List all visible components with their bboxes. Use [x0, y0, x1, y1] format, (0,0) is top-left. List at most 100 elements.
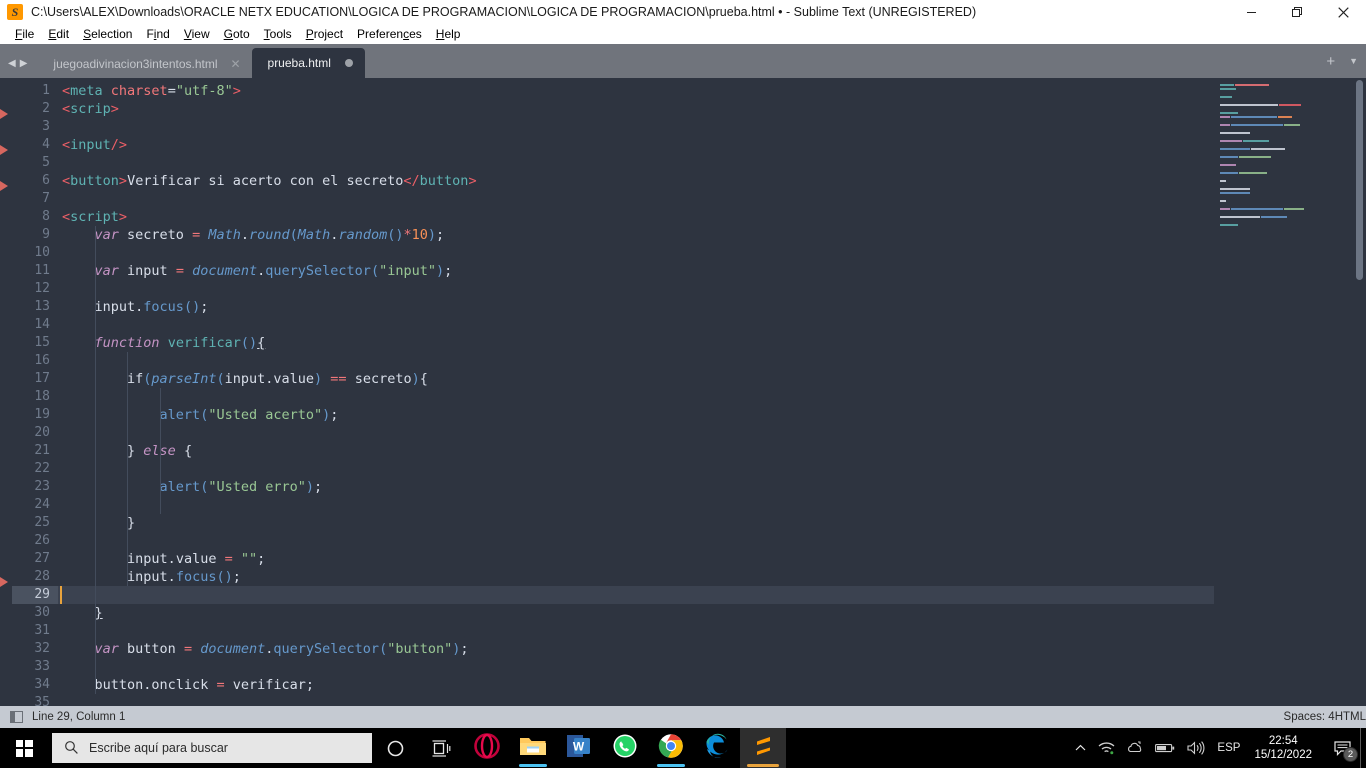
windows-logo-icon	[15, 739, 33, 757]
code-line[interactable]	[58, 244, 1214, 262]
onedrive-icon[interactable]	[1121, 728, 1149, 768]
indentation-setting[interactable]: Spaces: 4	[1284, 711, 1335, 723]
fold-marker-gutter[interactable]	[0, 78, 12, 706]
code-line[interactable]: input.focus();	[58, 298, 1214, 316]
language-indicator[interactable]: ESP	[1211, 728, 1246, 768]
line-number-gutter: 1 2 3 4 5 6 7 8 9 10 11 12 13 14 15 16 17 18 19 20 21 22 23 24 2…	[12, 78, 58, 706]
code-line[interactable]	[58, 586, 1214, 604]
code-line[interactable]: var secreto = Math.round(Math.random()*1…	[58, 226, 1214, 244]
menu-item-file[interactable]: File	[8, 25, 41, 43]
taskbar-app-chrome[interactable]	[648, 728, 694, 768]
taskbar-app-opera[interactable]	[464, 728, 510, 768]
code-line[interactable]: var input = document.querySelector("inpu…	[58, 262, 1214, 280]
code-line[interactable]: <button>Verificar si acerto con el secre…	[58, 172, 1214, 190]
code-line[interactable]: input.value = "";	[58, 550, 1214, 568]
vertical-scrollbar[interactable]	[1354, 78, 1366, 706]
code-line[interactable]	[58, 460, 1214, 478]
code-line[interactable]	[58, 496, 1214, 514]
minimize-button[interactable]	[1228, 0, 1274, 24]
tab-close-icon[interactable]: ✕	[230, 57, 242, 71]
code-line[interactable]	[58, 190, 1214, 208]
menu-item-goto[interactable]: Goto	[217, 25, 257, 43]
taskbar-search-box[interactable]: Escribe aquí para buscar	[52, 733, 372, 763]
code-line[interactable]	[58, 118, 1214, 136]
code-line[interactable]	[58, 280, 1214, 298]
tab-prev-arrow-icon[interactable]: ◀	[8, 59, 16, 69]
code-line[interactable]: button.onclick = verificar;	[58, 676, 1214, 694]
code-line[interactable]: if(parseInt(input.value) == secreto){	[58, 370, 1214, 388]
code-line[interactable]: }	[58, 604, 1214, 622]
wifi-icon[interactable]	[1092, 728, 1121, 768]
minimap-line	[1220, 208, 1342, 211]
menu-item-preferences[interactable]: Preferences	[350, 25, 429, 43]
tab-next-arrow-icon[interactable]: ▶	[20, 59, 28, 69]
code-token: >	[110, 101, 119, 117]
line-number: 25	[34, 515, 50, 530]
show-desktop-button[interactable]	[1360, 728, 1366, 768]
sidebar-toggle-icon[interactable]	[10, 711, 23, 723]
menu-item-tools[interactable]: Tools	[257, 25, 299, 43]
menu-item-project[interactable]: Project	[299, 25, 350, 43]
fold-marker-icon[interactable]	[0, 181, 8, 191]
clock-date: 15/12/2022	[1254, 749, 1312, 761]
status-bar-right: Spaces: 4 HTML	[1284, 706, 1366, 728]
code-line[interactable]: var button = document.querySelector("but…	[58, 640, 1214, 658]
start-button[interactable]	[0, 728, 48, 768]
battery-icon[interactable]	[1149, 728, 1181, 768]
taskbar-app-word[interactable]: W	[556, 728, 602, 768]
code-line[interactable]	[58, 352, 1214, 370]
menu-item-edit[interactable]: Edit	[41, 25, 76, 43]
search-placeholder-text: Escribe aquí para buscar	[89, 741, 228, 755]
fold-marker-icon[interactable]	[0, 109, 8, 119]
code-line[interactable]: alert("Usted acerto");	[58, 406, 1214, 424]
editor-tab[interactable]: prueba.html	[251, 48, 365, 78]
code-line[interactable]: <meta charset="utf-8">	[58, 82, 1214, 100]
code-line[interactable]	[58, 532, 1214, 550]
code-token: =	[183, 641, 193, 657]
code-line[interactable]	[58, 316, 1214, 334]
code-line[interactable]	[58, 622, 1214, 640]
menu-item-selection[interactable]: Selection	[76, 25, 139, 43]
cortana-button[interactable]	[372, 728, 418, 768]
new-tab-button[interactable]: +	[1326, 54, 1335, 69]
tab-unsaved-dot-icon[interactable]	[344, 59, 353, 67]
menu-item-find[interactable]: Find	[139, 25, 176, 43]
code-line[interactable]	[58, 388, 1214, 406]
code-line[interactable]	[58, 154, 1214, 172]
code-line[interactable]: function verificar(){	[58, 334, 1214, 352]
code-line[interactable]: }	[58, 514, 1214, 532]
menu-item-view[interactable]: View	[177, 25, 217, 43]
code-token: <	[62, 209, 71, 225]
volume-icon[interactable]	[1181, 728, 1211, 768]
code-line[interactable]: <scrip>	[58, 100, 1214, 118]
code-line[interactable]: <input/>	[58, 136, 1214, 154]
taskbar-app-file-explorer[interactable]	[510, 728, 556, 768]
code-line[interactable]	[58, 694, 1214, 706]
code-token: }	[62, 443, 136, 459]
code-line[interactable]: alert("Usted erro");	[58, 478, 1214, 496]
taskbar-app-edge[interactable]	[694, 728, 740, 768]
code-line[interactable]: input.focus();	[58, 568, 1214, 586]
notifications-button[interactable]: 2	[1324, 728, 1360, 768]
maximize-restore-button[interactable]	[1274, 0, 1320, 24]
task-view-button[interactable]	[418, 728, 464, 768]
code-line[interactable]: <script>	[58, 208, 1214, 226]
code-editor[interactable]: <meta charset="utf-8"> <scrip> <input/> <…	[58, 78, 1214, 706]
scrollbar-thumb[interactable]	[1356, 80, 1363, 280]
editor-tab[interactable]: juegoadivinacion3intentos.html ✕	[37, 50, 252, 78]
syntax-mode[interactable]: HTML	[1335, 711, 1366, 723]
menu-item-help[interactable]: Help	[429, 25, 468, 43]
code-line[interactable]: } else {	[58, 442, 1214, 460]
clock[interactable]: 22:54 15/12/2022	[1246, 728, 1324, 768]
taskbar-app-sublime-text[interactable]	[740, 728, 786, 768]
code-line[interactable]	[58, 658, 1214, 676]
minimap[interactable]	[1214, 78, 1354, 706]
close-button[interactable]	[1320, 0, 1366, 24]
fold-marker-icon[interactable]	[0, 145, 8, 155]
fold-marker-icon[interactable]	[0, 577, 8, 587]
file-explorer-icon	[519, 734, 547, 763]
tray-expand-chevron-icon[interactable]	[1069, 728, 1092, 768]
taskbar-app-whatsapp[interactable]	[602, 728, 648, 768]
code-line[interactable]	[58, 424, 1214, 442]
tab-list-dropdown-icon[interactable]: ▼	[1349, 57, 1358, 66]
